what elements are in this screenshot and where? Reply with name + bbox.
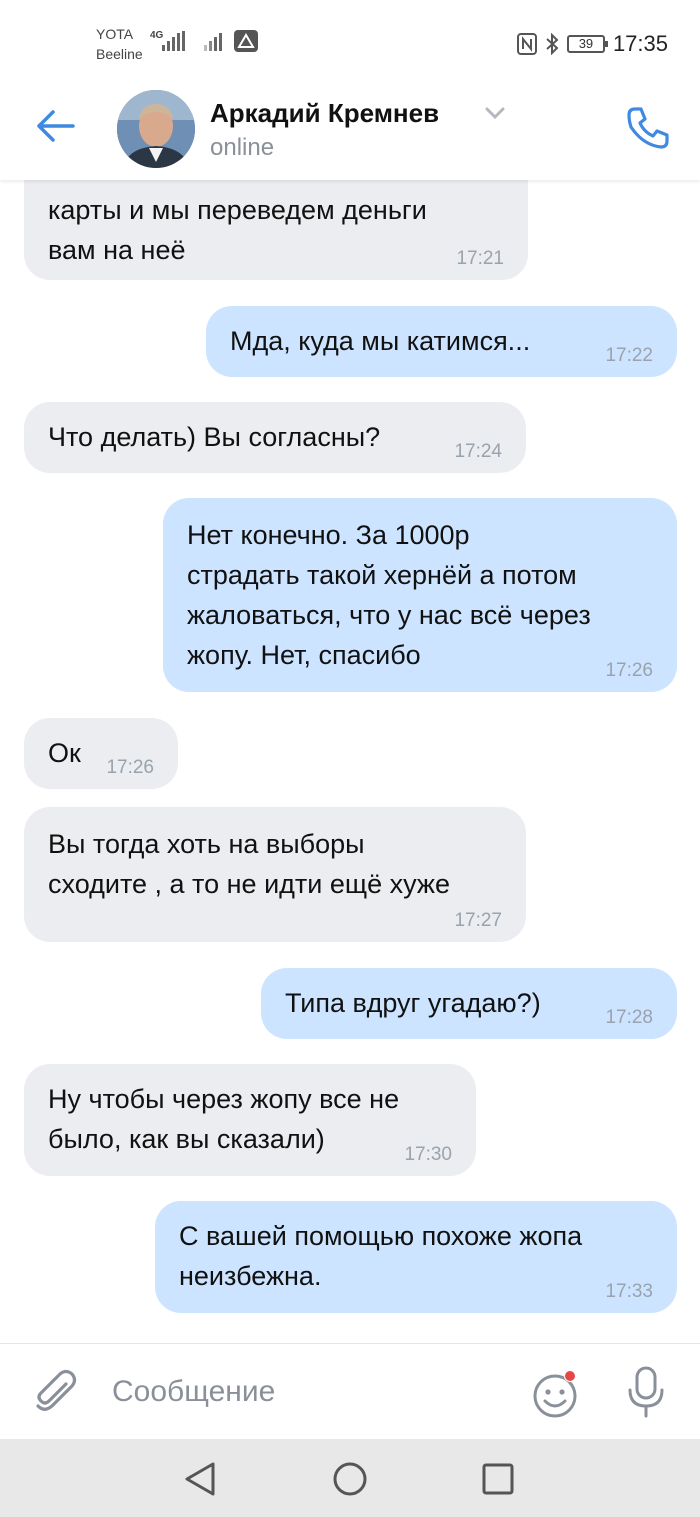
microphone-icon (628, 1366, 664, 1418)
message-text: Нет конечно. За 1000р страдать такой хер… (187, 520, 591, 670)
message-bubble-incoming[interactable]: Что делать) Вы согласны? 17:24 (24, 402, 526, 473)
nav-home-button[interactable] (330, 1459, 370, 1499)
carrier-labels: YOTA Beeline (96, 24, 143, 64)
contact-name[interactable]: Аркадий Кремнев (210, 98, 439, 129)
message-bubble-outgoing[interactable]: С вашей помощью похоже жопа неизбежна. 1… (155, 1201, 677, 1313)
system-nav-bar (0, 1439, 700, 1517)
message-time: 17:26 (106, 757, 154, 778)
back-arrow-icon (37, 110, 75, 142)
nav-back-button[interactable] (180, 1459, 220, 1499)
message-composer (0, 1343, 700, 1439)
message-text: С вашей помощью похоже жопа неизбежна. (179, 1221, 583, 1291)
nav-recents-button[interactable] (478, 1459, 518, 1499)
nav-back-icon (185, 1462, 215, 1496)
status-right-group: 39 17:35 (516, 28, 668, 60)
notification-dot (565, 1371, 575, 1381)
message-time: 17:24 (454, 441, 502, 462)
battery-indicator: 39 (566, 35, 608, 53)
contact-status: online (210, 134, 275, 161)
app-notification-icon (234, 30, 258, 52)
message-time: 17:27 (454, 910, 502, 931)
chevron-down-icon[interactable] (484, 106, 506, 125)
message-time: 17:30 (404, 1144, 452, 1165)
microphone-button[interactable] (620, 1364, 672, 1420)
carrier-beeline: Beeline (96, 46, 143, 62)
message-bubble-incoming[interactable]: Ну чтобы через жопу все не было, как вы … (24, 1064, 476, 1176)
attach-button[interactable] (30, 1366, 82, 1418)
message-text: Вы тогда хоть на выборы сходите , а то н… (48, 829, 450, 899)
bluetooth-icon (546, 33, 559, 55)
message-bubble-incoming[interactable]: Вы тогда хоть на выборы сходите , а то н… (24, 807, 526, 942)
emoji-icon (533, 1370, 577, 1418)
status-time: 17:35 (612, 31, 668, 56)
message-time: 17:28 (605, 1007, 653, 1028)
message-bubble-incoming[interactable]: Ок 17:26 (24, 718, 178, 789)
phone-icon (627, 107, 669, 149)
message-time: 17:21 (456, 248, 504, 269)
message-input[interactable] (112, 1366, 512, 1418)
message-bubble-incoming[interactable]: карты и мы переведем деньги вам на неё 1… (24, 180, 528, 280)
message-time: 17:22 (605, 345, 653, 366)
avatar[interactable] (117, 90, 195, 168)
carrier-yota: YOTA (96, 26, 134, 42)
chat-header: Аркадий Кремнев online (0, 84, 700, 180)
emoji-button[interactable] (530, 1368, 582, 1420)
avatar-photo (117, 90, 195, 168)
status-bar: YOTA Beeline 4G 39 17:35 (0, 0, 700, 84)
message-bubble-outgoing[interactable]: Нет конечно. За 1000р страдать такой хер… (163, 498, 677, 692)
message-list[interactable]: карты и мы переведем деньги вам на неё 1… (0, 180, 700, 1343)
signal-icon (162, 31, 186, 51)
message-bubble-outgoing[interactable]: Мда, куда мы катимся... 17:22 (206, 306, 677, 377)
message-time: 17:33 (605, 1281, 653, 1302)
nav-recents-icon (482, 1463, 514, 1495)
signal-icon-2 (204, 31, 228, 51)
message-time: 17:26 (605, 660, 653, 681)
nav-home-icon (333, 1462, 367, 1496)
back-button[interactable] (30, 104, 80, 148)
call-button[interactable] (622, 102, 674, 154)
paperclip-icon (36, 1369, 77, 1411)
message-bubble-outgoing[interactable]: Типа вдруг угадаю?) 17:28 (261, 968, 677, 1039)
nfc-icon (516, 33, 537, 55)
